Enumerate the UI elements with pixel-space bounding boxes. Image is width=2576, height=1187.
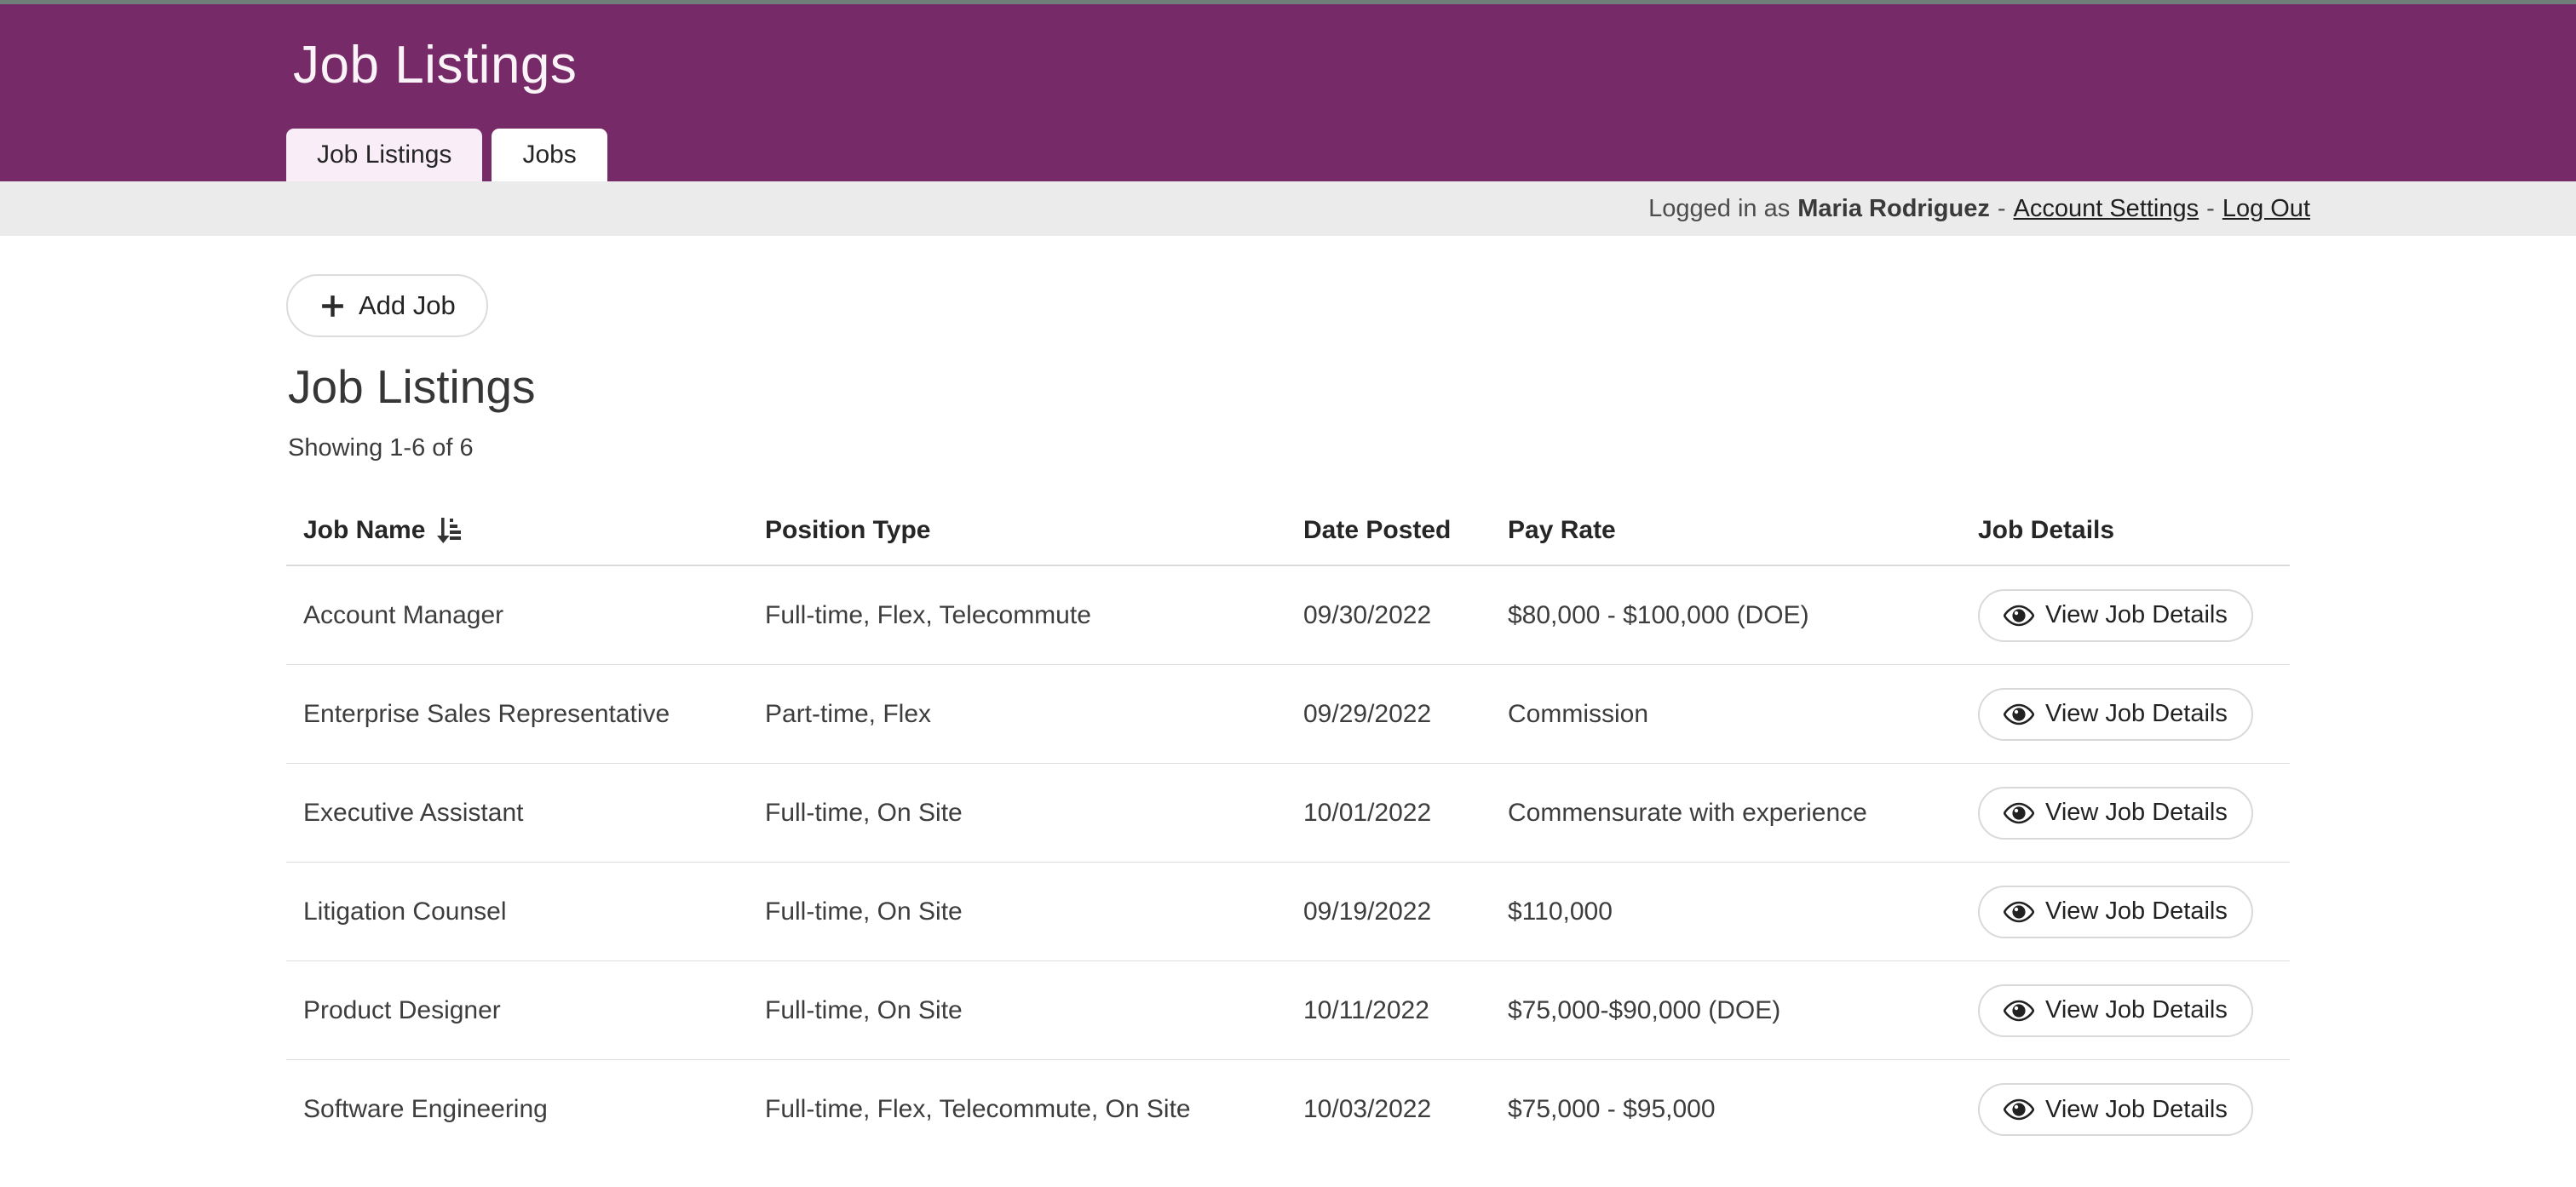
date-posted-cell: 10/03/2022 — [1303, 1095, 1508, 1124]
view-job-details-button[interactable]: View Job Details — [1978, 984, 2253, 1037]
eye-icon — [2004, 605, 2034, 627]
eye-icon — [2004, 1000, 2034, 1022]
tab-bar: Job Listings Jobs — [286, 129, 607, 181]
add-job-button[interactable]: Add Job — [286, 274, 488, 337]
column-header-date-posted[interactable]: Date Posted — [1303, 516, 1508, 545]
position-type-cell: Full-time, On Site — [765, 897, 1303, 926]
position-type-cell: Full-time, On Site — [765, 799, 1303, 828]
position-type-cell: Part-time, Flex — [765, 700, 1303, 729]
session-bar: Logged in as Maria Rodriguez - Account S… — [0, 181, 2576, 236]
table-header-row: Job Name — [286, 496, 2290, 566]
eye-icon — [2004, 802, 2034, 824]
results-count: Showing 1-6 of 6 — [288, 434, 2290, 462]
app-title: Job Listings — [293, 35, 577, 95]
position-type-cell: Full-time, Flex, Telecommute — [765, 601, 1303, 630]
position-type-cell: Full-time, On Site — [765, 996, 1303, 1025]
view-job-details-button[interactable]: View Job Details — [1978, 688, 2253, 741]
eye-icon — [2004, 901, 2034, 923]
table-row: Account Manager Full-time, Flex, Telecom… — [286, 566, 2290, 665]
date-posted-cell: 10/11/2022 — [1303, 996, 1508, 1025]
add-job-label: Add Job — [359, 290, 456, 321]
session-separator: - — [1998, 195, 2006, 223]
session-prefix: Logged in as — [1648, 195, 1790, 223]
date-posted-cell: 09/30/2022 — [1303, 601, 1508, 630]
pay-rate-cell: $75,000-$90,000 (DOE) — [1508, 996, 1978, 1025]
table-row: Software Engineering Full-time, Flex, Te… — [286, 1060, 2290, 1159]
job-name-cell: Executive Assistant — [286, 799, 765, 828]
eye-icon — [2004, 703, 2034, 725]
column-header-job-name[interactable]: Job Name — [286, 516, 765, 545]
eye-icon — [2004, 1098, 2034, 1121]
job-name-cell: Enterprise Sales Representative — [286, 700, 765, 729]
column-header-job-details: Job Details — [1978, 516, 2290, 545]
column-header-pay-rate[interactable]: Pay Rate — [1508, 516, 1978, 545]
job-name-cell: Software Engineering — [286, 1095, 765, 1124]
sort-amount-down-icon[interactable] — [435, 516, 462, 545]
table-row: Enterprise Sales Representative Part-tim… — [286, 665, 2290, 764]
session-separator: - — [2206, 195, 2215, 223]
date-posted-cell: 09/19/2022 — [1303, 897, 1508, 926]
page-title: Job Listings — [288, 359, 2290, 414]
date-posted-cell: 09/29/2022 — [1303, 700, 1508, 729]
tab-job-listings[interactable]: Job Listings — [286, 129, 482, 181]
plus-icon — [319, 292, 347, 320]
date-posted-cell: 10/01/2022 — [1303, 799, 1508, 828]
job-listings-table: Job Name — [286, 496, 2290, 1159]
pay-rate-cell: Commensurate with experience — [1508, 799, 1978, 828]
app-header: Job Listings Job Listings Jobs — [0, 4, 2576, 181]
table-row: Executive Assistant Full-time, On Site 1… — [286, 764, 2290, 863]
position-type-cell: Full-time, Flex, Telecommute, On Site — [765, 1095, 1303, 1124]
job-name-cell: Litigation Counsel — [286, 897, 765, 926]
pay-rate-cell: $80,000 - $100,000 (DOE) — [1508, 601, 1978, 630]
pay-rate-cell: $75,000 - $95,000 — [1508, 1095, 1978, 1124]
session-username: Maria Rodriguez — [1797, 195, 1990, 223]
view-job-details-button[interactable]: View Job Details — [1978, 886, 2253, 938]
log-out-link[interactable]: Log Out — [2222, 195, 2310, 223]
table-row: Product Designer Full-time, On Site 10/1… — [286, 961, 2290, 1060]
account-settings-link[interactable]: Account Settings — [2014, 195, 2199, 223]
job-name-cell: Account Manager — [286, 601, 765, 630]
tab-jobs[interactable]: Jobs — [492, 129, 607, 181]
main-content: Add Job Job Listings Showing 1-6 of 6 Jo… — [0, 236, 2576, 1159]
view-job-details-button[interactable]: View Job Details — [1978, 787, 2253, 840]
job-name-cell: Product Designer — [286, 996, 765, 1025]
view-job-details-button[interactable]: View Job Details — [1978, 589, 2253, 642]
column-header-position-type[interactable]: Position Type — [765, 516, 1303, 545]
pay-rate-cell: Commission — [1508, 700, 1978, 729]
view-job-details-button[interactable]: View Job Details — [1978, 1083, 2253, 1136]
table-row: Litigation Counsel Full-time, On Site 09… — [286, 863, 2290, 961]
pay-rate-cell: $110,000 — [1508, 897, 1978, 926]
